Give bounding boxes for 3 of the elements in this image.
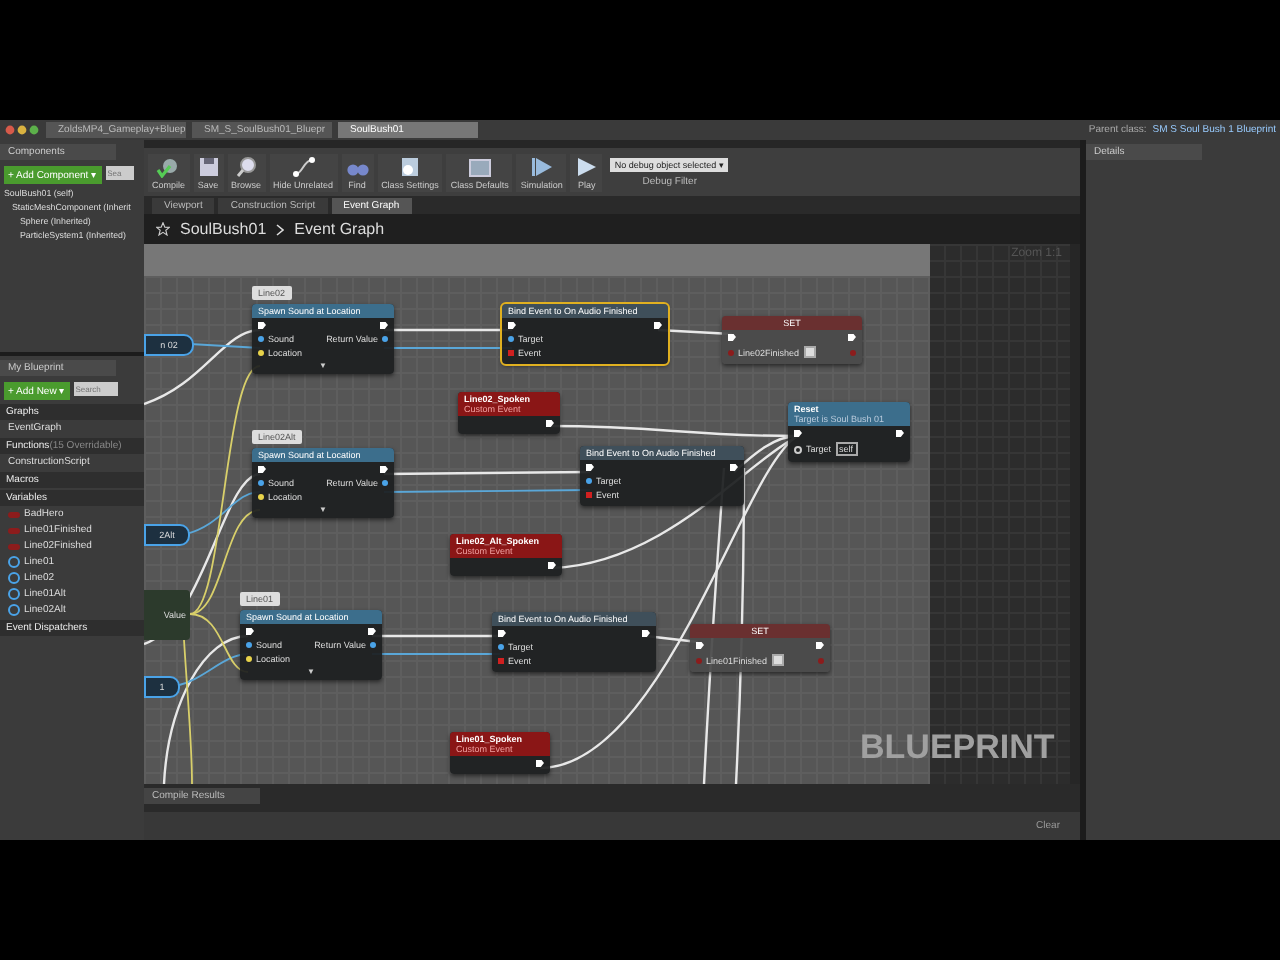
- blueprint-watermark: BLUEPRINT: [860, 728, 1055, 768]
- breadcrumb-link[interactable]: Event Graph: [294, 220, 385, 238]
- breadcrumb-link[interactable]: SoulBush01: [180, 220, 267, 238]
